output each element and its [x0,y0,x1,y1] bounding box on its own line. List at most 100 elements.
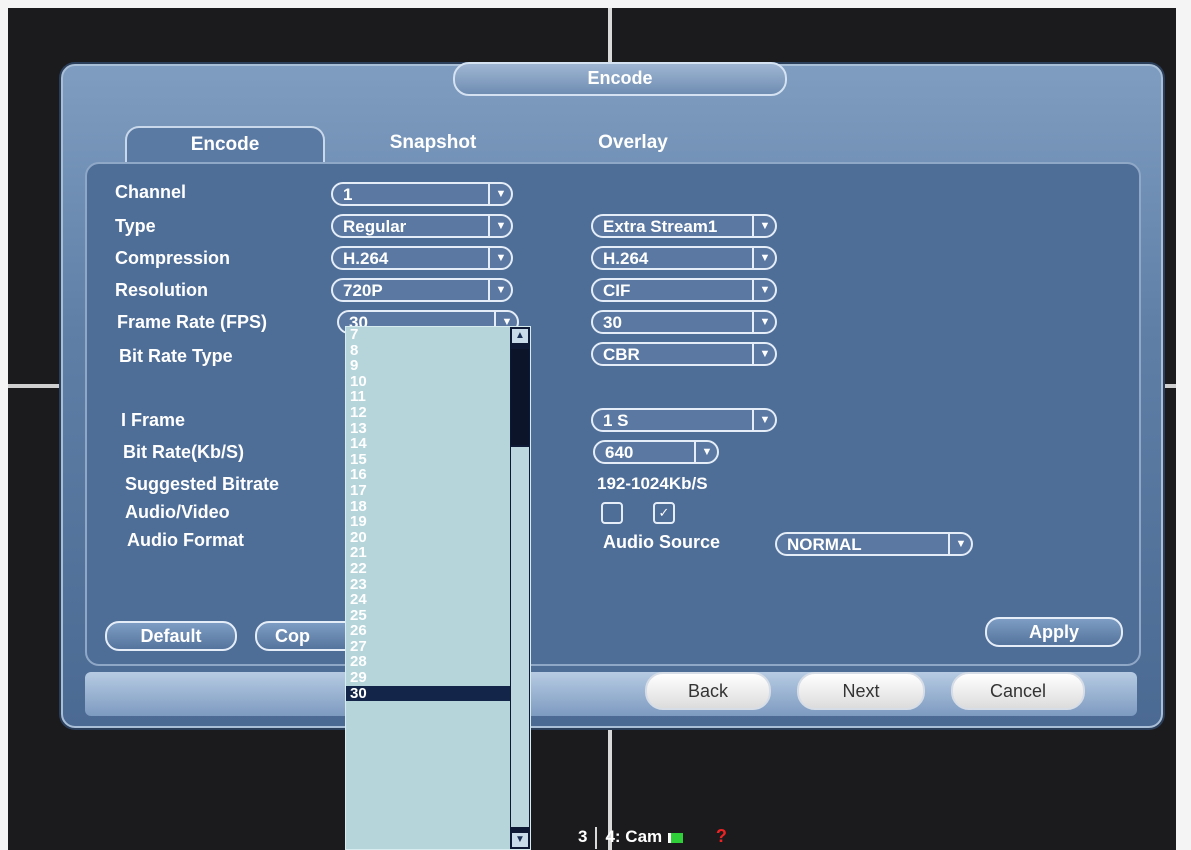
monitor-screen: Encode Encode Snapshot Overlay Channel T… [8,8,1176,850]
chevron-down-icon: ▼ [752,343,776,365]
frame-rate-option[interactable]: 20 [346,530,510,546]
chevron-down-icon: ▼ [488,247,512,269]
cancel-button[interactable]: Cancel [951,672,1085,710]
tab-snapshot[interactable]: Snapshot [353,126,513,160]
frame-rate-option[interactable]: 16 [346,467,510,483]
default-button[interactable]: Default [105,621,237,651]
compression-label: Compression [115,248,231,268]
bit-rate-label: Bit Rate(Kb/S) [123,442,244,462]
i-frame-select[interactable]: 1 S ▼ [591,408,777,432]
bit-rate-type-label: Bit Rate Type [119,346,233,366]
channel-select[interactable]: 1 ▼ [331,182,513,206]
frame-rate-options: 7 8 9 10 11 12 13 14 15 16 17 18 19 20 21 22 23 24 25 26 27 2… [346,327,530,702]
suggested-bitrate-value: 192-1024Kb/S [597,474,708,493]
frame-rate-option[interactable]: 29 [346,670,510,686]
frame-rate-option[interactable]: 24 [346,592,510,608]
frame-rate-option[interactable]: 12 [346,405,510,421]
audio-format-label: Audio Format [127,530,244,550]
scrollbar-thumb[interactable] [511,349,529,445]
bit-rate-value: 640 [605,443,634,462]
frame-rate-option[interactable]: 10 [346,374,510,390]
frame-rate-option[interactable]: 8 [346,342,510,359]
i-frame-label: I Frame [121,410,186,430]
scroll-down-icon[interactable]: ▼ [512,833,528,847]
chevron-down-icon: ▼ [694,441,718,463]
alert-icon: ? [715,826,727,846]
frame-rate-option[interactable]: 13 [346,420,510,437]
compression-select[interactable]: H.264 ▼ [331,246,513,270]
dialog-title: Encode [453,62,787,96]
audio-source-value: NORMAL [787,535,862,554]
back-button[interactable]: Back [645,672,771,710]
audio-checkbox[interactable]: ✓ [653,502,675,524]
tab-overlay[interactable]: Overlay [573,126,693,160]
next-button[interactable]: Next [797,672,925,710]
scroll-up-icon[interactable]: ▲ [512,329,528,343]
frame-rate-option[interactable]: 28 [346,654,510,670]
type-select[interactable]: Regular ▼ [331,214,513,238]
chevron-down-icon: ▼ [488,215,512,237]
channel-label: Channel [115,182,187,202]
tab-encode[interactable]: Encode [125,126,325,162]
scrollbar-track [511,447,529,827]
channel-value: 1 [343,185,353,204]
encode-dialog: Encode Encode Snapshot Overlay Channel T… [61,62,1163,728]
dropdown-scrollbar[interactable]: ▲ ▼ [510,327,530,849]
audio-video-label: Audio/Video [125,502,230,522]
audio-source-label: Audio Source [603,532,721,552]
frame-rate-option[interactable]: 25 [346,608,510,624]
recording-icon [668,832,684,843]
chevron-down-icon: ▼ [752,409,776,431]
extra-resolution-select[interactable]: CIF ▼ [591,278,777,302]
resolution-select[interactable]: 720P ▼ [331,278,513,302]
frame-rate-option[interactable]: 30 [346,686,510,702]
bit-rate-select[interactable]: 640 ▼ [593,440,719,464]
frame-rate-option[interactable]: 23 [346,576,510,593]
extra-frame-rate-value: 30 [603,313,622,332]
suggested-bitrate-label: Suggested Bitrate [125,474,280,494]
frame-rate-option[interactable]: 22 [346,561,510,577]
chevron-down-icon: ▼ [948,533,972,555]
encode-settings-panel: Channel Type Compression Resolution Fram… [85,162,1141,666]
channel-4-label: 4: Cam [605,827,663,846]
frame-rate-option[interactable]: 26 [346,623,510,639]
frame-rate-dropdown-list[interactable]: 7 8 9 10 11 12 13 14 15 16 17 18 19 20 21 22 23 24 25 26 27 2… [345,326,531,850]
apply-button[interactable]: Apply [985,617,1123,647]
bit-rate-type-select[interactable]: CBR ▼ [591,342,777,366]
resolution-label: Resolution [115,280,208,300]
extra-compression-value: H.264 [603,249,649,268]
chevron-down-icon: ▼ [752,247,776,269]
divider [595,826,598,849]
frame-rate-option[interactable]: 21 [346,545,510,561]
type-label: Type [115,216,156,236]
chevron-down-icon: ▼ [488,279,512,301]
chevron-down-icon: ▼ [752,311,776,333]
frame-rate-option[interactable]: 7 [346,327,510,343]
video-checkbox[interactable] [601,502,623,524]
frame-rate-option[interactable]: 11 [346,389,510,405]
frame-rate-option[interactable]: 19 [346,514,510,530]
frame-rate-option[interactable]: 27 [346,639,510,655]
extra-frame-rate-select[interactable]: 30 ▼ [591,310,777,334]
extra-resolution-value: CIF [603,281,631,300]
chevron-down-icon: ▼ [752,279,776,301]
frame-rate-label: Frame Rate (FPS) [117,312,268,332]
frame-rate-option[interactable]: 15 [346,452,510,468]
audio-source-select[interactable]: NORMAL ▼ [775,532,973,556]
channel-3-label: 3 [578,827,588,846]
frame-rate-option[interactable]: 14 [346,436,510,452]
type-value: Regular [343,217,407,236]
frame-rate-option[interactable]: 17 [346,483,510,499]
extra-compression-select[interactable]: H.264 ▼ [591,246,777,270]
extra-stream-select[interactable]: Extra Stream1 ▼ [591,214,777,238]
frame-rate-option[interactable]: 18 [346,498,510,515]
i-frame-value: 1 S [603,411,629,430]
bit-rate-type-value: CBR [603,345,640,364]
status-bar: 3 4: Cam ? [578,826,727,849]
resolution-value: 720P [343,281,383,300]
chevron-down-icon: ▼ [752,215,776,237]
compression-value: H.264 [343,249,389,268]
check-icon: ✓ [658,505,670,520]
frame-rate-option[interactable]: 9 [346,358,510,374]
chevron-down-icon: ▼ [488,183,512,205]
